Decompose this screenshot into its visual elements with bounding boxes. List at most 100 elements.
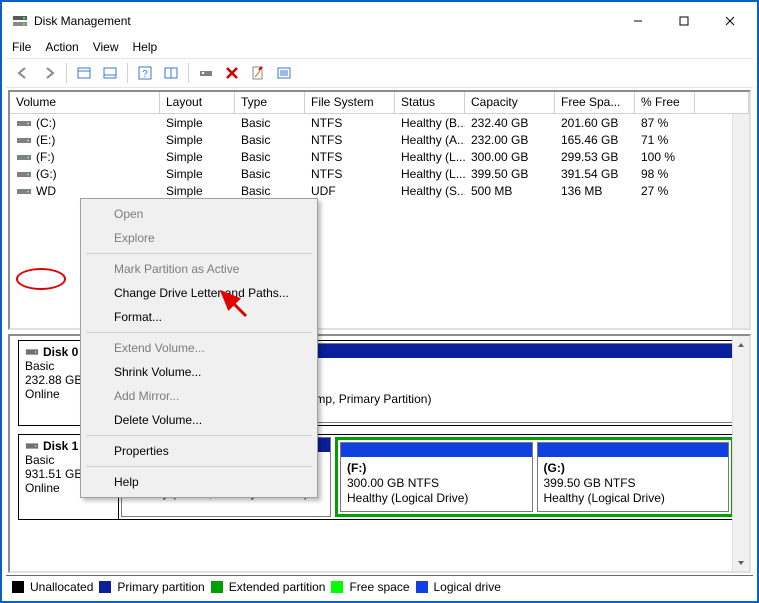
partition-f[interactable]: (F:) 300.00 GB NTFS Healthy (Logical Dri… [340, 442, 533, 512]
volume-layout: Simple [160, 116, 235, 130]
volume-capacity: 300.00 GB [465, 150, 555, 164]
volume-pct: 27 % [635, 184, 695, 198]
context-item: Mark Partition as Active [84, 257, 314, 281]
volume-row[interactable]: (F:)SimpleBasicNTFSHealthy (L...300.00 G… [10, 148, 749, 165]
volume-type: Basic [235, 167, 305, 181]
volume-row[interactable]: WDSimpleBasicUDFHealthy (S...500 MB136 M… [10, 182, 749, 199]
drive-icon [16, 152, 32, 163]
volume-type: Basic [235, 133, 305, 147]
col-status[interactable]: Status [395, 92, 465, 113]
context-item[interactable]: Format... [84, 305, 314, 329]
forward-button[interactable] [38, 62, 60, 84]
context-separator [86, 435, 312, 436]
help-icon[interactable]: ? [134, 62, 156, 84]
legend-label: Free space [349, 580, 409, 594]
context-item[interactable]: Delete Volume... [84, 408, 314, 432]
menu-file[interactable]: File [12, 40, 31, 54]
volume-capacity: 500 MB [465, 184, 555, 198]
context-item[interactable]: Properties [84, 439, 314, 463]
partition-size: 300.00 GB NTFS [347, 476, 439, 490]
col-filesystem[interactable]: File System [305, 92, 395, 113]
context-separator [86, 253, 312, 254]
titlebar: Disk Management [6, 6, 753, 36]
scroll-up-icon[interactable] [733, 336, 749, 353]
window-title: Disk Management [34, 14, 615, 28]
partition-g[interactable]: (G:) 399.50 GB NTFS Healthy (Logical Dri… [537, 442, 730, 512]
volume-row[interactable]: (G:)SimpleBasicNTFSHealthy (L...399.50 G… [10, 165, 749, 182]
volume-status: Healthy (S... [395, 184, 465, 198]
volume-free: 391.54 GB [555, 167, 635, 181]
legend-swatch-logical [416, 581, 428, 593]
volume-fs: NTFS [305, 167, 395, 181]
partition-status: Healthy (Logical Drive) [544, 491, 665, 505]
volume-name: (F:) [36, 150, 55, 164]
partition-drive: (F:) [347, 461, 366, 475]
partition-header [538, 443, 729, 457]
legend-swatch-free [331, 581, 343, 593]
drive-icon [16, 186, 32, 197]
refresh-icon[interactable] [195, 62, 217, 84]
volume-status: Healthy (A... [395, 133, 465, 147]
volume-name: (E:) [36, 133, 55, 147]
legend-swatch-extended [211, 581, 223, 593]
partition-size: 399.50 GB NTFS [544, 476, 636, 490]
settings-icon[interactable] [160, 62, 182, 84]
list-scrollbar[interactable] [732, 114, 749, 328]
svg-text:?: ? [142, 69, 148, 80]
menu-action[interactable]: Action [45, 40, 78, 54]
volume-row[interactable]: (E:)SimpleBasicNTFSHealthy (A...232.00 G… [10, 131, 749, 148]
context-item: Add Mirror... [84, 384, 314, 408]
list-icon[interactable] [273, 62, 295, 84]
volume-pct: 71 % [635, 133, 695, 147]
disk-icon [25, 345, 39, 359]
col-freespace[interactable]: Free Spa... [555, 92, 635, 113]
volume-pct: 87 % [635, 116, 695, 130]
view-top-icon[interactable] [73, 62, 95, 84]
back-button[interactable] [12, 62, 34, 84]
maximize-button[interactable] [661, 6, 707, 36]
col-type[interactable]: Type [235, 92, 305, 113]
drive-icon [16, 135, 32, 146]
partition-header [341, 443, 532, 457]
minimize-button[interactable] [615, 6, 661, 36]
volume-row[interactable]: (C:)SimpleBasicNTFSHealthy (B...232.40 G… [10, 114, 749, 131]
context-item[interactable]: Shrink Volume... [84, 360, 314, 384]
volume-layout: Simple [160, 184, 235, 198]
delete-icon[interactable] [221, 62, 243, 84]
volume-status: Healthy (B... [395, 116, 465, 130]
col-volume[interactable]: Volume [10, 92, 160, 113]
volume-capacity: 399.50 GB [465, 167, 555, 181]
scroll-down-icon[interactable] [733, 554, 749, 571]
col-layout[interactable]: Layout [160, 92, 235, 113]
legend-label: Logical drive [434, 580, 501, 594]
view-bottom-icon[interactable] [99, 62, 121, 84]
menu-view[interactable]: View [93, 40, 119, 54]
volume-name: (C:) [36, 116, 56, 130]
volume-status: Healthy (L... [395, 150, 465, 164]
volume-layout: Simple [160, 133, 235, 147]
context-item: Explore [84, 226, 314, 250]
legend-label: Unallocated [30, 580, 93, 594]
close-button[interactable] [707, 6, 753, 36]
col-spare[interactable] [695, 92, 749, 113]
volume-name: (G:) [36, 167, 57, 181]
context-item[interactable]: Help [84, 470, 314, 494]
volume-free: 299.53 GB [555, 150, 635, 164]
col-capacity[interactable]: Capacity [465, 92, 555, 113]
volume-free: 136 MB [555, 184, 635, 198]
volume-name: WD [36, 184, 56, 198]
properties-icon[interactable] [247, 62, 269, 84]
volume-type: Basic [235, 184, 305, 198]
context-item[interactable]: Change Drive Letter and Paths... [84, 281, 314, 305]
app-icon [12, 13, 28, 29]
extended-partition: (F:) 300.00 GB NTFS Healthy (Logical Dri… [335, 437, 734, 517]
col-pctfree[interactable]: % Free [635, 92, 695, 113]
legend-swatch-unallocated [12, 581, 24, 593]
graph-scrollbar[interactable] [732, 336, 749, 571]
menu-help[interactable]: Help [133, 40, 158, 54]
drive-icon [16, 118, 32, 129]
volume-fs: NTFS [305, 133, 395, 147]
legend: Unallocated Primary partition Extended p… [6, 575, 753, 597]
volume-layout: Simple [160, 150, 235, 164]
context-separator [86, 466, 312, 467]
